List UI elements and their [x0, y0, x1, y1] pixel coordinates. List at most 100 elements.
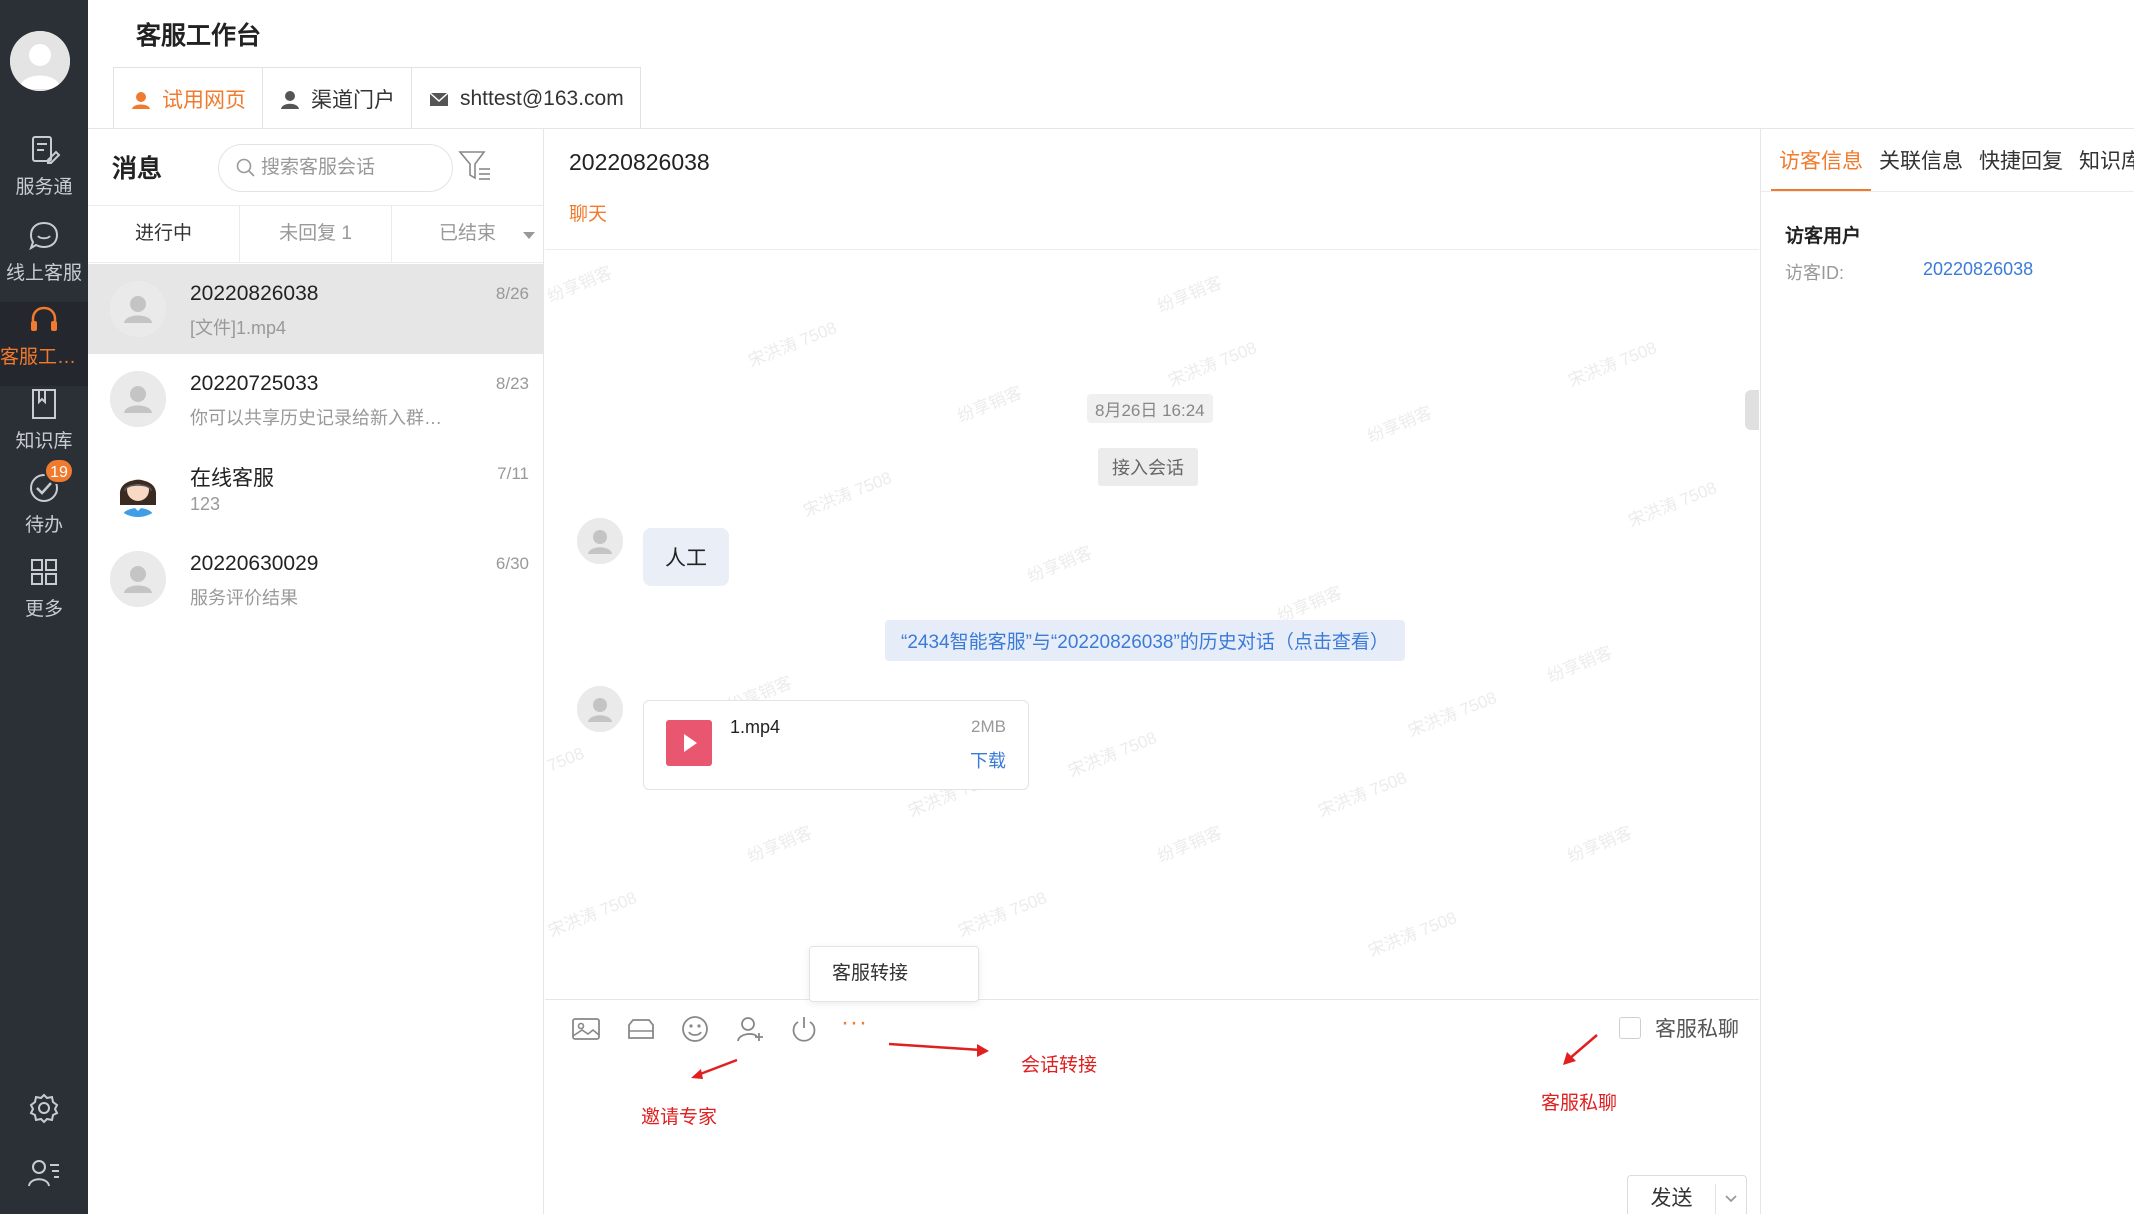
- rail-item-knowledge[interactable]: 知识库: [0, 386, 88, 470]
- rail-item-label: 客服工作台: [0, 347, 88, 368]
- visitor-id-label: 访客ID:: [1785, 263, 1845, 283]
- user-icon: [281, 90, 299, 109]
- user-list-icon[interactable]: [26, 1155, 62, 1191]
- rail-item-label: 更多: [24, 599, 63, 620]
- watermark: 宋洪涛 7508: [1165, 338, 1260, 391]
- tab-label: 试用网页: [162, 88, 246, 112]
- tab-unreplied[interactable]: 未回复 1: [240, 206, 392, 262]
- chevron-down-icon[interactable]: [1716, 1184, 1746, 1214]
- conversation-list-pane: 消息 进行中 未回复 1 已结束 20220826038 [文件]1.mp4 8…: [88, 129, 544, 1214]
- system-message: 接入会话: [1098, 448, 1198, 486]
- tab-visitor-info[interactable]: 访客信息: [1771, 129, 1871, 191]
- conversation-date: 6/30: [495, 554, 529, 573]
- watermark: 7508: [545, 743, 587, 776]
- visitor-id-value[interactable]: 20220826038: [1923, 259, 2033, 280]
- caret-down-icon[interactable]: [523, 232, 535, 239]
- visitor-avatar: [577, 518, 623, 564]
- message-timestamp: 8月26日 16:24: [1087, 394, 1213, 423]
- conversation-name: 20220826038: [190, 282, 319, 305]
- avatar: [110, 551, 166, 607]
- send-button[interactable]: 发送: [1627, 1175, 1747, 1214]
- search-box[interactable]: [218, 144, 453, 192]
- avatar-placeholder-icon: [110, 281, 166, 337]
- conversation-item[interactable]: 20220826038 [文件]1.mp4 8/26: [88, 264, 543, 354]
- conversation-snippet: 123: [190, 494, 221, 514]
- watermark: 宋洪涛 7508: [1565, 338, 1660, 391]
- rail-item-online-service[interactable]: 线上客服: [0, 218, 88, 302]
- gear-icon[interactable]: [26, 1090, 62, 1126]
- grid-icon: [31, 559, 57, 585]
- chat-pane: 20220826038 聊天 纷享销客 宋洪涛 7508 纷享销客 纷享销客 宋…: [545, 129, 1759, 1214]
- history-link[interactable]: “2434智能客服”与“20220826038”的历史对话（点击查看）: [885, 620, 1405, 661]
- chat-bubble-icon: [29, 221, 59, 251]
- watermark: 宋洪涛 7508: [545, 888, 640, 941]
- tab-ended[interactable]: 已结束: [392, 206, 543, 262]
- agent-transfer-menu-item[interactable]: 客服转接: [809, 946, 979, 1002]
- avatar-placeholder-icon: [110, 371, 166, 427]
- annotation-arrow: [691, 1058, 738, 1079]
- play-icon: [684, 734, 697, 752]
- watermark: 宋洪涛 7508: [1315, 768, 1410, 821]
- video-file-icon[interactable]: [666, 720, 712, 766]
- conversation-item[interactable]: 20220725033 你可以共享历史记录给新入群… 8/23: [88, 354, 543, 444]
- chat-visitor-id: 20220826038: [569, 149, 710, 175]
- conversation-item[interactable]: 在线客服 123 7/11: [88, 444, 543, 534]
- watermark: 宋洪涛 7508: [1405, 688, 1500, 741]
- invite-expert-icon[interactable]: [734, 1013, 766, 1045]
- tab-email[interactable]: shttest@163.com: [412, 67, 641, 129]
- avatar: [110, 371, 166, 427]
- conversation-date: 8/26: [495, 284, 529, 303]
- tab-label: 渠道门户: [311, 88, 395, 112]
- collapse-handle[interactable]: [1745, 390, 1759, 430]
- image-icon[interactable]: [570, 1013, 602, 1045]
- rail-item-todo[interactable]: 19 待办: [0, 458, 88, 554]
- rail-item-workbench[interactable]: 客服工作台: [0, 302, 88, 386]
- conversation-item[interactable]: 20220630029 服务评价结果 6/30: [88, 534, 543, 624]
- ticket-edit-icon: [32, 136, 61, 164]
- watermark: 宋洪涛 7508: [1365, 908, 1460, 961]
- conversation-name: 20220630029: [190, 552, 319, 575]
- watermark: 纷享销客: [1564, 822, 1635, 866]
- conversation-name: 20220725033: [190, 372, 319, 395]
- watermark: 纷享销客: [1024, 542, 1095, 586]
- private-chat-checkbox[interactable]: [1619, 1017, 1641, 1039]
- watermark: 纷享销客: [1544, 642, 1615, 686]
- watermark: 纷享销客: [1364, 402, 1435, 446]
- tab-label: shttest@163.com: [460, 86, 624, 110]
- private-chat-toggle[interactable]: 客服私聊: [1619, 1013, 1739, 1043]
- tab-related-info[interactable]: 关联信息: [1871, 129, 1971, 191]
- tab-knowledge-base[interactable]: 知识库: [2071, 129, 2134, 191]
- page-title: 客服工作台: [136, 22, 262, 50]
- folder-icon[interactable]: [625, 1013, 657, 1045]
- emoji-icon[interactable]: [679, 1013, 711, 1045]
- avatar: [110, 461, 166, 517]
- filter-icon[interactable]: [458, 147, 492, 183]
- more-options-icon[interactable]: ···: [841, 1009, 868, 1037]
- rail-item-more[interactable]: 更多: [0, 554, 88, 638]
- search-input[interactable]: [261, 157, 441, 179]
- annotation-arrow: [888, 1042, 989, 1057]
- tab-chat[interactable]: 聊天: [569, 199, 607, 226]
- tab-trial-webpage[interactable]: 试用网页: [113, 67, 263, 129]
- tab-label: 已结束: [438, 223, 496, 244]
- annotation-arrow: [1563, 1034, 1598, 1065]
- rail-item-label: 待办: [24, 515, 63, 536]
- download-link[interactable]: 下载: [970, 747, 1006, 773]
- rail-item-service[interactable]: 服务通: [0, 132, 88, 216]
- tab-channel-portal[interactable]: 渠道门户: [263, 67, 412, 129]
- private-chat-label: 客服私聊: [1655, 1018, 1739, 1041]
- tab-quick-reply[interactable]: 快捷回复: [1971, 129, 2071, 191]
- tab-in-progress[interactable]: 进行中: [88, 206, 240, 262]
- visitor-message: 人工: [643, 528, 729, 586]
- annotation-private-chat: 客服私聊: [1541, 1093, 1618, 1114]
- message-area[interactable]: 纷享销客 宋洪涛 7508 纷享销客 纷享销客 宋洪涛 7508 纷享销客 宋洪…: [545, 250, 1759, 1000]
- user-avatar[interactable]: [10, 31, 70, 91]
- book-icon: [32, 389, 56, 419]
- file-name: 1.mp4: [730, 717, 781, 737]
- power-icon[interactable]: [788, 1013, 820, 1045]
- watermark: 宋洪涛 7508: [955, 888, 1050, 941]
- list-title: 消息: [112, 155, 163, 183]
- search-icon: [236, 158, 255, 177]
- headset-icon: [31, 306, 57, 331]
- conversation-name: 在线客服: [190, 467, 274, 490]
